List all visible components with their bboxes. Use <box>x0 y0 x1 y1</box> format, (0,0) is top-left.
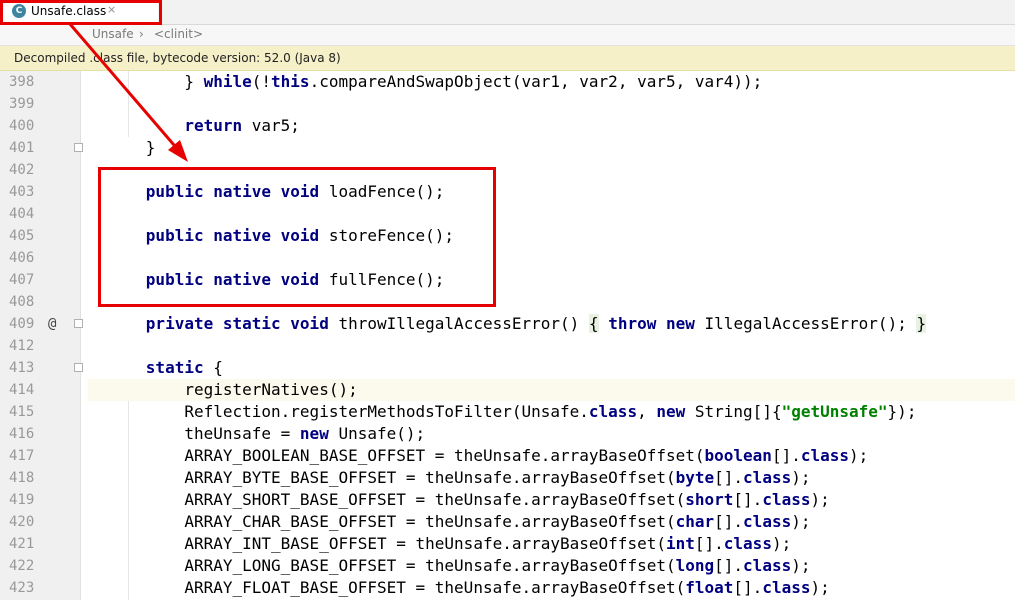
annotation-arrow <box>68 23 188 162</box>
